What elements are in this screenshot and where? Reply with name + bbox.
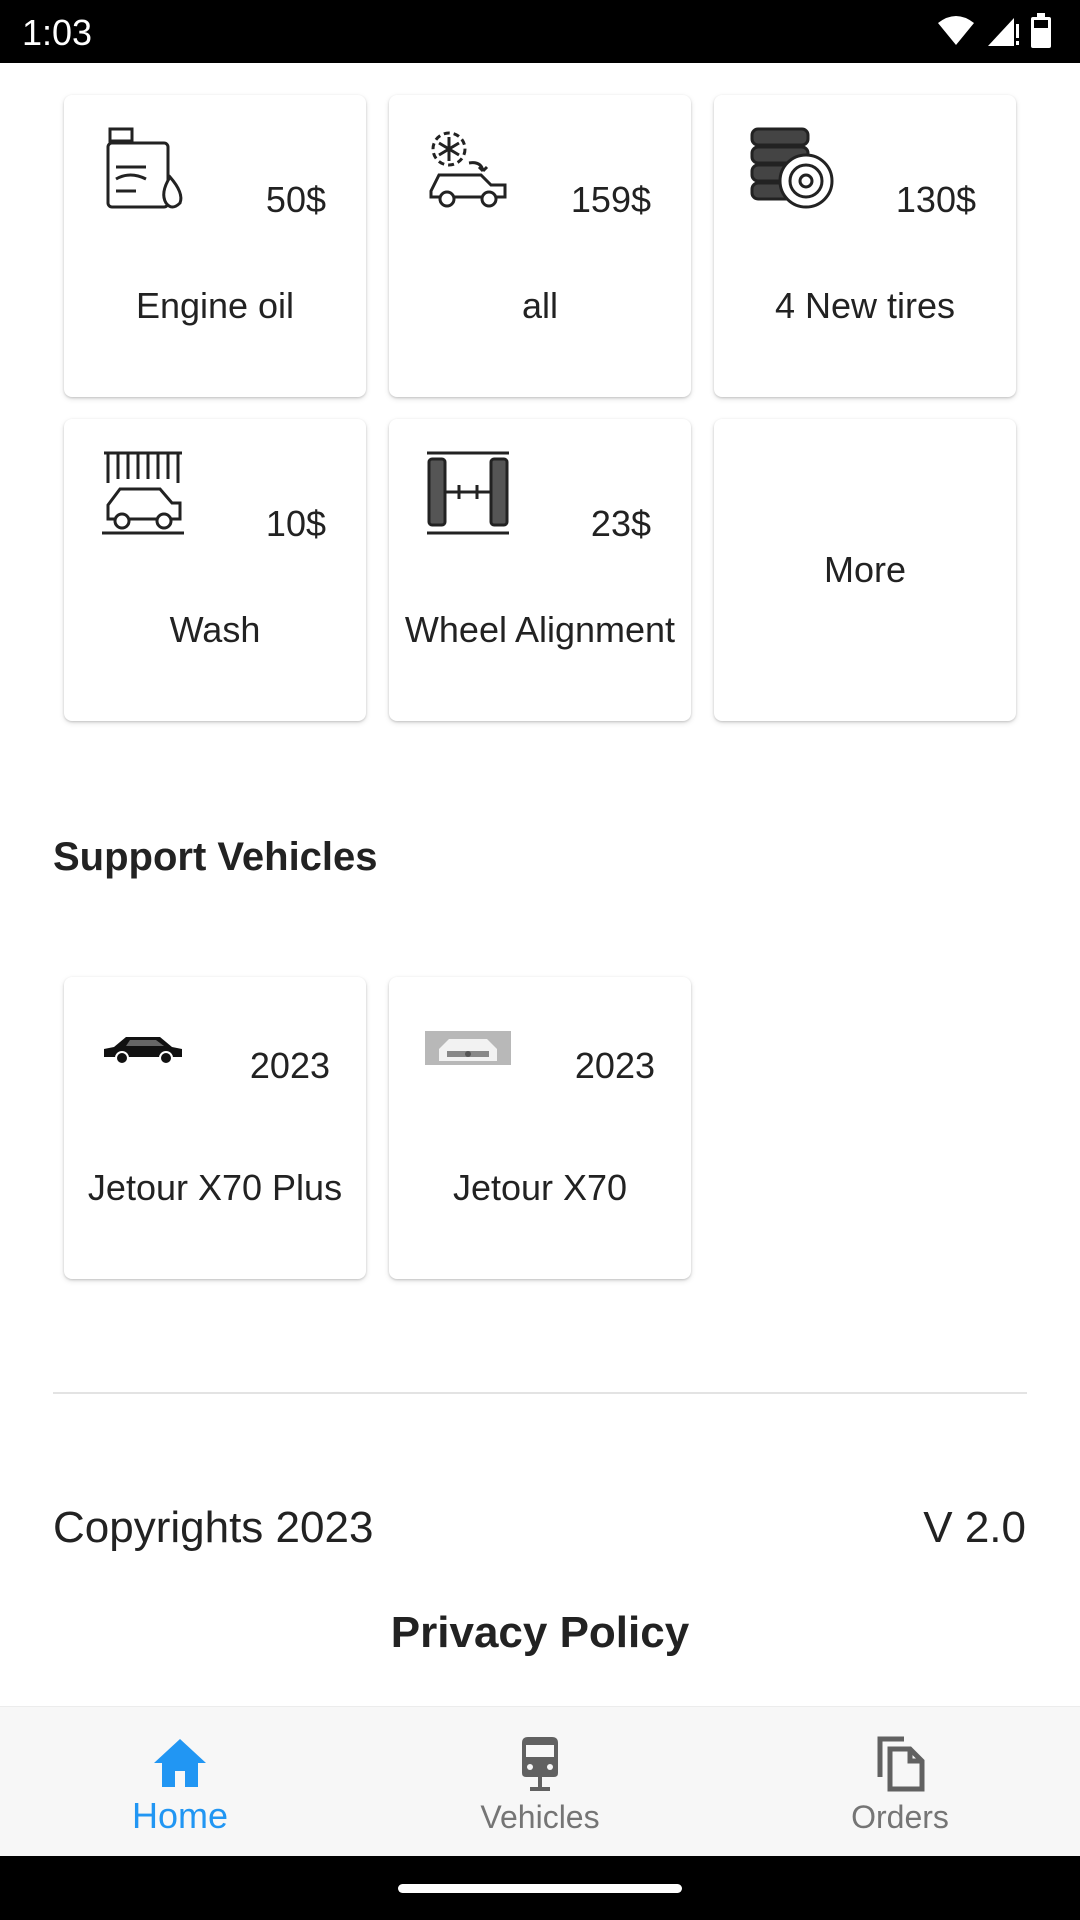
footer-divider xyxy=(53,1392,1027,1394)
service-card-wash[interactable]: 10$ Wash xyxy=(64,419,366,721)
service-price: 159$ xyxy=(570,179,651,220)
gesture-bar xyxy=(0,1856,1080,1920)
service-price: 50$ xyxy=(265,179,326,220)
service-price: 130$ xyxy=(895,179,976,220)
vehicle-card-jetour-x70-plus[interactable]: 2023 Jetour X70 Plus xyxy=(64,977,366,1279)
status-bar: 1:03 xyxy=(0,0,1080,63)
wheel-alignment-icon xyxy=(427,451,509,535)
copyright-text: Copyrights 2023 xyxy=(53,1503,374,1552)
nav-label-vehicles: Vehicles xyxy=(480,1799,600,1835)
service-card-engine-oil[interactable]: 50$ Engine oil xyxy=(64,95,366,397)
vehicle-year: 2023 xyxy=(249,1045,330,1086)
privacy-policy-link[interactable]: Privacy Policy xyxy=(0,1608,1080,1658)
car-ac-icon xyxy=(429,131,507,208)
nav-label-orders: Orders xyxy=(851,1799,949,1835)
service-card-all[interactable]: 159$ all xyxy=(389,95,691,397)
vehicle-year: 2023 xyxy=(574,1045,655,1086)
vehicle-icon xyxy=(522,1737,558,1791)
service-card-more[interactable]: More xyxy=(714,419,1016,721)
service-label: all xyxy=(521,285,559,326)
nav-item-home[interactable]: Home xyxy=(0,1707,360,1857)
service-label: Engine oil xyxy=(135,285,295,326)
oil-can-icon xyxy=(106,127,183,209)
wifi-icon xyxy=(938,16,974,45)
car-photo-icon xyxy=(425,1031,511,1065)
version-text: V 2.0 xyxy=(923,1503,1026,1552)
service-price: 10$ xyxy=(265,503,326,544)
service-card-new-tires[interactable]: 130$ 4 New tires xyxy=(714,95,1016,397)
service-card-wheel-alignment[interactable]: 23$ Wheel Alignment xyxy=(389,419,691,721)
nav-item-vehicles[interactable]: Vehicles xyxy=(360,1707,720,1857)
service-price: 23$ xyxy=(590,503,651,544)
service-label: Wash xyxy=(169,609,261,650)
car-wash-icon xyxy=(102,451,184,535)
service-label: 4 New tires xyxy=(774,285,956,326)
home-icon xyxy=(154,1739,206,1787)
nav-label-home: Home xyxy=(131,1795,229,1836)
more-label: More xyxy=(823,549,907,590)
nav-item-orders[interactable]: Orders xyxy=(720,1707,1080,1857)
service-label: Wheel Alignment xyxy=(404,609,676,650)
tires-icon xyxy=(750,127,834,209)
scroll-content[interactable]: 50$ Engine oil 159$ all 130$ 4 New tires xyxy=(0,63,1080,1706)
status-icons xyxy=(936,12,1052,50)
vehicle-name: Jetour X70 xyxy=(452,1167,628,1208)
suv-icon xyxy=(104,1037,182,1065)
battery-icon xyxy=(1031,13,1051,48)
signal-icon xyxy=(988,18,1019,46)
section-title: Support Vehicles xyxy=(53,835,378,879)
orders-icon xyxy=(877,1736,925,1792)
vehicle-name: Jetour X70 Plus xyxy=(87,1167,343,1208)
status-time: 1:03 xyxy=(22,12,93,53)
bottom-navigation: Home Vehicles Orders xyxy=(0,1706,1080,1856)
gesture-handle[interactable] xyxy=(398,1884,682,1893)
vehicle-card-jetour-x70[interactable]: 2023 Jetour X70 xyxy=(389,977,691,1279)
